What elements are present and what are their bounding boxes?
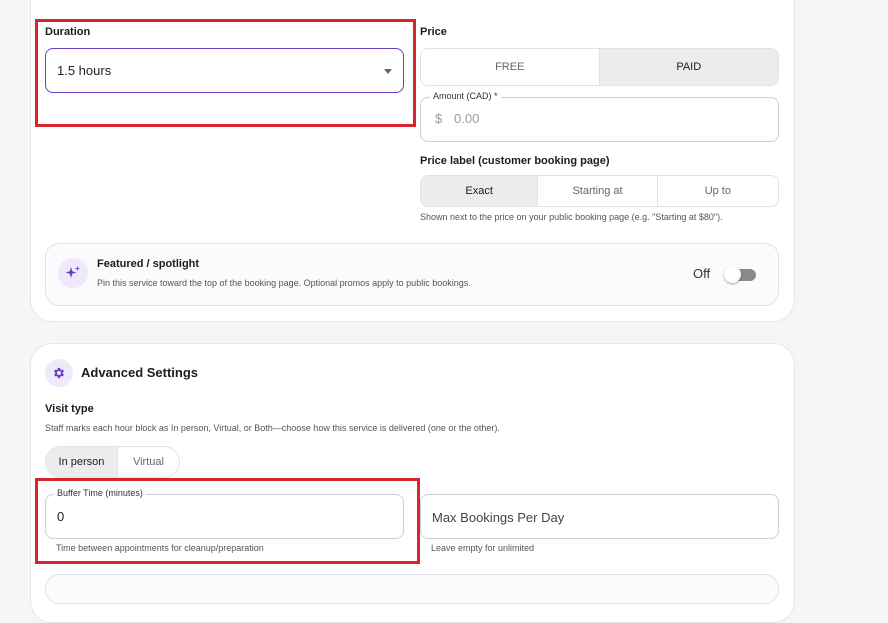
price-label-option-exact[interactable]: Exact [421,176,539,206]
currency-symbol: $ [435,111,443,126]
featured-title: Featured / spotlight [97,258,200,270]
highlight-box-buffer [35,478,420,564]
price-label-heading: Price label (customer booking page) [420,155,610,167]
advanced-settings-title: Advanced Settings [81,365,199,380]
price-option-paid[interactable]: PAID [599,49,778,85]
featured-toggle[interactable] [724,266,756,283]
featured-panel: Featured / spotlight Pin this service to… [45,243,779,306]
visit-type-toggle: In person Virtual [45,446,180,478]
price-label: Price [420,26,447,38]
price-label-option-up-to[interactable]: Up to [658,176,778,206]
sparkles-icon [58,258,88,288]
amount-input[interactable]: 0.00 [454,111,479,126]
visit-type-helper: Staff marks each hour block as In person… [45,423,500,433]
featured-description: Pin this service toward the top of the b… [97,278,471,288]
price-label-option-starting-at[interactable]: Starting at [538,176,658,206]
amount-field[interactable]: Amount (CAD) * $ 0.00 [420,91,779,142]
toggle-knob [724,266,741,283]
max-bookings-field[interactable]: Max Bookings Per Day [420,494,779,539]
next-panel [45,574,779,604]
visit-type-label: Visit type [45,403,94,415]
amount-label: Amount (CAD) * [430,91,501,101]
price-option-free[interactable]: FREE [421,49,600,85]
visit-type-option-in-person[interactable]: In person [46,447,118,477]
price-label-toggle: Exact Starting at Up to [420,175,779,207]
visit-type-option-virtual[interactable]: Virtual [118,447,179,477]
featured-state-label: Off [693,266,711,281]
price-label-helper: Shown next to the price on your public b… [420,212,723,222]
max-bookings-input[interactable]: Max Bookings Per Day [432,510,564,525]
price-type-toggle: FREE PAID [420,48,779,86]
max-bookings-helper: Leave empty for unlimited [431,543,535,553]
highlight-box-duration [35,19,416,127]
gear-icon [45,359,73,387]
